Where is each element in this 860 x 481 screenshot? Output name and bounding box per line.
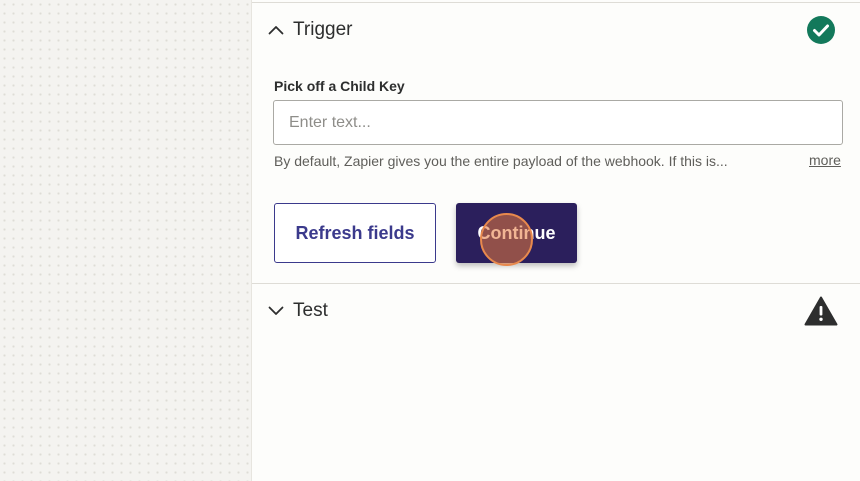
editor-canvas[interactable] [0,0,251,481]
chevron-up-icon [267,21,285,39]
child-key-label: Pick off a Child Key [274,78,405,94]
child-key-helper-text: By default, Zapier gives you the entire … [274,153,728,169]
more-link[interactable]: more [809,152,841,168]
test-section-title: Test [293,300,328,321]
trigger-section-header[interactable]: Trigger [252,4,860,56]
trigger-section-title: Trigger [293,19,353,40]
panel-top-border [252,2,860,3]
chevron-down-icon [267,302,285,320]
test-section-header[interactable]: Test [252,285,860,337]
child-key-input[interactable] [273,100,843,145]
check-circle-icon [806,15,836,45]
warning-icon [804,296,838,326]
step-panel: Trigger Pick off a Child Key By default,… [251,0,860,481]
continue-button[interactable]: Continue [456,203,577,263]
refresh-fields-button[interactable]: Refresh fields [274,203,436,263]
section-divider [252,283,860,284]
